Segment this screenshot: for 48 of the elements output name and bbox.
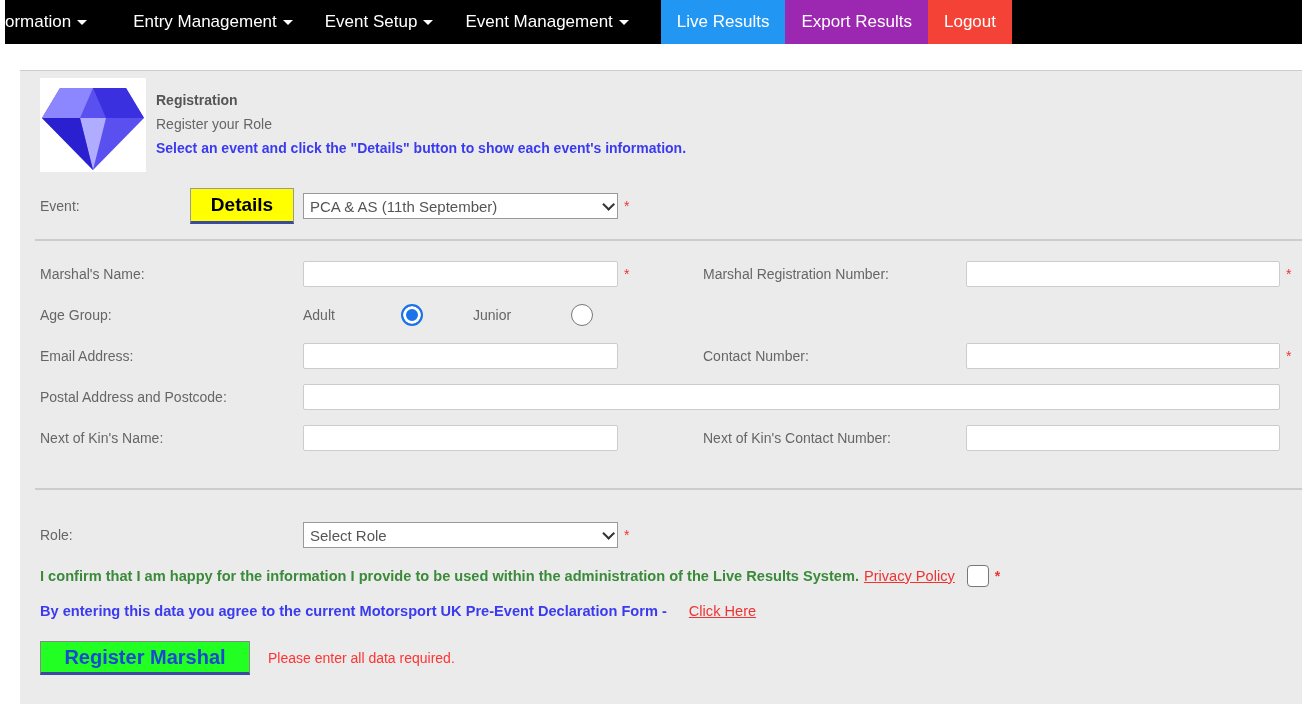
field-label: Role: — [40, 527, 74, 543]
field-label: Event: — [40, 198, 81, 214]
required-mark: * — [624, 198, 630, 214]
caret-icon — [282, 19, 293, 25]
required-mark: * — [994, 568, 1001, 584]
radio-button[interactable] — [401, 303, 423, 326]
required-mark: * — [1286, 265, 1292, 282]
radio-button[interactable] — [571, 303, 593, 326]
field-label: Marshal's Name: — [40, 265, 146, 282]
radio-label: Adult — [303, 306, 336, 323]
caret-icon — [423, 19, 434, 25]
input-field[interactable] — [303, 424, 618, 451]
field-label: Marshal Registration Number: — [703, 265, 890, 282]
error-message: Please enter all data required. — [268, 650, 455, 666]
consent-checkbox[interactable] — [966, 565, 989, 587]
register-button[interactable]: Register Marshal — [40, 641, 250, 675]
caret-icon — [618, 19, 629, 25]
input-field[interactable] — [966, 424, 1280, 451]
radio-label: Junior — [473, 306, 513, 323]
details-button[interactable]: Details — [190, 188, 294, 224]
field-label: Contact Number: — [703, 347, 810, 364]
required-mark: * — [624, 265, 630, 282]
input-field[interactable] — [303, 260, 618, 287]
input-field[interactable] — [303, 383, 1280, 410]
nav-menu[interactable]: ormation — [5, 0, 104, 44]
field-label: Next of Kin's Name: — [40, 429, 165, 446]
caret-icon — [77, 19, 88, 25]
field-label: Next of Kin's Contact Number: — [703, 429, 892, 446]
required-mark: * — [1286, 347, 1292, 364]
page-title: Registration — [156, 92, 239, 108]
nav-menu[interactable]: Entry Management — [133, 0, 309, 44]
nav-button[interactable]: Logout — [928, 0, 1012, 44]
input-field[interactable] — [303, 342, 618, 369]
consent-text: I confirm that I am happy for the information I provide to be used within the administration of the Live Results System. — [40, 568, 859, 584]
field-label: Postal Address and Postcode: — [40, 388, 228, 405]
declaration-text: By entering this data you agree to the current Motorsport UK Pre-Event Declaration Form - — [40, 603, 667, 619]
input-field[interactable] — [966, 342, 1280, 369]
instruction-text: Select an event and click the "Details" button to show each event's information. — [156, 140, 687, 156]
field-label: Email Address: — [40, 347, 135, 364]
event-select[interactable]: PCA & AS (11th September) — [303, 193, 618, 219]
nav-button[interactable]: Export Results — [785, 0, 928, 44]
page-subtitle: Register your Role — [156, 116, 273, 132]
nav-menu[interactable]: Event Setup — [324, 0, 450, 44]
input-field[interactable] — [966, 260, 1280, 287]
nav-menu[interactable]: Event Management — [465, 0, 645, 44]
role-select[interactable]: Select Role — [303, 522, 618, 548]
required-mark: * — [624, 527, 630, 543]
field-label: Age Group: — [40, 306, 113, 323]
